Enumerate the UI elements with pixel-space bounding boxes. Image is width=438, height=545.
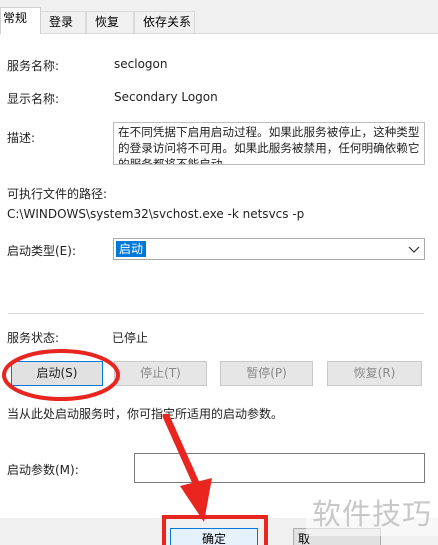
service-status-value: 已停止 bbox=[112, 331, 149, 345]
executable-path-label: 可执行文件的路径: bbox=[7, 187, 108, 201]
stop-button[interactable]: 停止(T) bbox=[114, 361, 207, 386]
tab-general[interactable]: 常规 bbox=[0, 7, 41, 34]
service-name-label: 服务名称: bbox=[7, 59, 60, 73]
startup-type-select[interactable]: 启动 bbox=[113, 238, 425, 260]
executable-path-value: C:\WINDOWS\system32\svchost.exe -k netsv… bbox=[7, 207, 305, 221]
start-params-label: 启动参数(M): bbox=[7, 463, 79, 477]
description-box[interactable]: 在不同凭据下启用启动过程。如果此服务被停止，这种类型的登录访问将不可用。如果此服… bbox=[113, 122, 425, 165]
start-button[interactable]: 启动(S) bbox=[11, 361, 103, 386]
start-params-input[interactable] bbox=[134, 453, 425, 483]
tab-logon[interactable]: 登录 bbox=[40, 11, 86, 33]
divider bbox=[8, 313, 424, 314]
startup-type-selected-value: 启动 bbox=[116, 241, 147, 257]
service-name-value: seclogon bbox=[114, 57, 168, 71]
watermark: 软件技巧 bbox=[306, 494, 438, 536]
pause-button[interactable]: 暂停(P) bbox=[220, 361, 313, 386]
service-status-label: 服务状态: bbox=[7, 331, 60, 345]
ok-button[interactable]: 确定 bbox=[170, 528, 258, 545]
tab-dependencies[interactable]: 依存关系 bbox=[134, 11, 195, 33]
startup-type-label: 启动类型(E): bbox=[7, 244, 76, 258]
display-name-value: Secondary Logon bbox=[114, 90, 218, 104]
description-label: 描述: bbox=[7, 131, 36, 145]
chevron-down-icon[interactable] bbox=[406, 241, 422, 257]
start-params-hint: 当从此处启动服务时，你可指定所适用的启动参数。 bbox=[7, 407, 284, 421]
tab-recovery[interactable]: 恢复 bbox=[86, 11, 134, 33]
display-name-label: 显示名称: bbox=[7, 92, 60, 106]
resume-button[interactable]: 恢复(R) bbox=[327, 361, 422, 386]
